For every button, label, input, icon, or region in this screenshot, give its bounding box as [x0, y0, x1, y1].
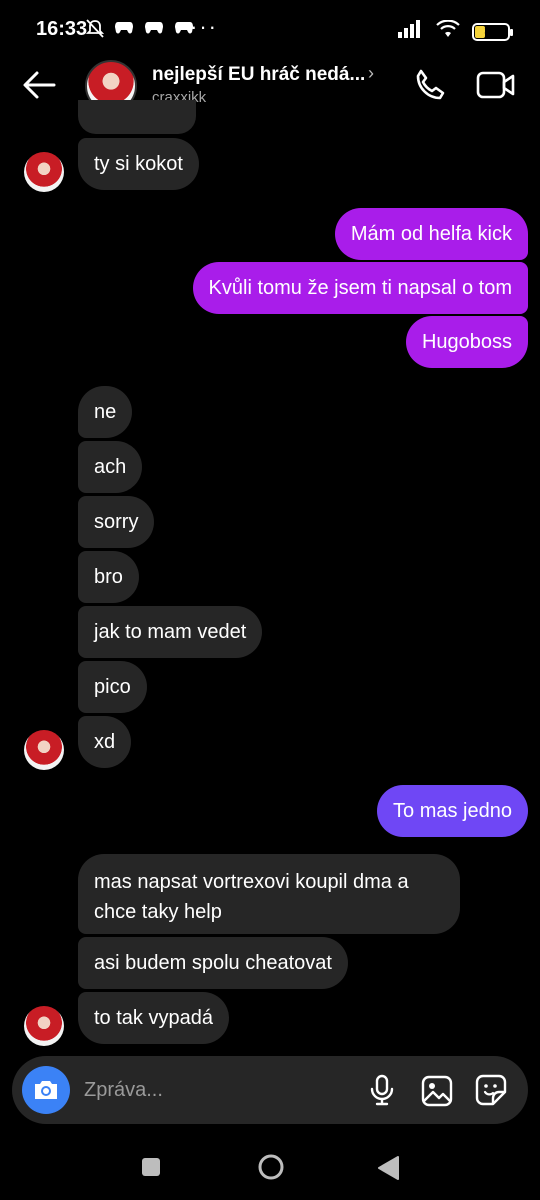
message-bubble[interactable]: ne — [78, 386, 133, 438]
status-right-icons: 30 — [398, 19, 513, 43]
sender-avatar[interactable] — [24, 1006, 64, 1046]
battery-level: 30 — [484, 23, 498, 38]
more-dots-icon: ··· — [190, 14, 218, 39]
message-bubble[interactable]: to tak vypadá — [78, 992, 229, 1044]
message-bubble[interactable]: sorry — [78, 496, 155, 548]
message-bubble[interactable]: Kvůli tomu že jsem ti napsal o tom — [192, 262, 528, 314]
camera-button[interactable] — [22, 1066, 70, 1114]
message-bubble[interactable]: asi budem spolu cheatovat — [78, 937, 348, 989]
camera-icon — [35, 1081, 57, 1099]
message-bubble[interactable]: ty si kokot — [78, 138, 199, 190]
message-composer: Zpráva... — [12, 1056, 528, 1124]
message-bubble[interactable]: xd — [78, 716, 132, 768]
game-controller-icon — [144, 19, 164, 44]
message-bubble[interactable]: ach — [78, 441, 143, 493]
video-camera-icon — [476, 71, 515, 99]
signal-icon — [398, 20, 424, 43]
back-button[interactable] — [20, 65, 60, 105]
gallery-button[interactable] — [420, 1074, 454, 1108]
sender-avatar[interactable] — [24, 152, 64, 192]
status-time: 16:33 — [36, 18, 88, 40]
voice-message-button[interactable] — [366, 1074, 398, 1106]
call-button[interactable] — [410, 65, 450, 105]
message-bubble[interactable]: bro — [78, 551, 139, 603]
message-bubble[interactable]: mas napsat vortrexovi koupil dma a chce … — [78, 854, 460, 934]
sender-avatar[interactable] — [24, 730, 64, 770]
message-bubble[interactable]: jak to mam vedet — [78, 606, 263, 658]
wifi-icon — [436, 19, 460, 43]
gallery-icon — [421, 1075, 453, 1107]
chat-title[interactable]: nejlepší EU hráč nedá... — [152, 64, 365, 86]
message-bubble[interactable]: Hugoboss — [405, 316, 528, 368]
message-bubble[interactable]: Mám od helfa kick — [334, 208, 528, 260]
status-bar: 16:33 ··· 30 — [0, 0, 540, 60]
chevron-right-icon[interactable]: › — [368, 63, 374, 84]
game-controller-icon — [114, 19, 134, 44]
message-bubble-partial — [78, 100, 196, 134]
sticker-button[interactable] — [474, 1073, 508, 1107]
muted-bell-icon — [85, 19, 105, 44]
video-call-button[interactable] — [475, 65, 517, 105]
status-left-icons — [85, 19, 194, 44]
recents-square-icon[interactable] — [142, 1158, 160, 1176]
message-bubble[interactable]: To mas jedno — [377, 785, 528, 837]
back-arrow-icon — [23, 71, 56, 99]
sticker-icon — [475, 1074, 507, 1106]
message-bubble[interactable]: pico — [78, 661, 147, 713]
microphone-icon — [370, 1074, 394, 1106]
message-input[interactable]: Zpráva... — [84, 1079, 163, 1102]
battery-icon: 30 — [472, 22, 513, 41]
phone-icon — [416, 69, 445, 100]
back-triangle-icon[interactable] — [376, 1155, 400, 1181]
home-circle-icon[interactable] — [257, 1153, 285, 1181]
